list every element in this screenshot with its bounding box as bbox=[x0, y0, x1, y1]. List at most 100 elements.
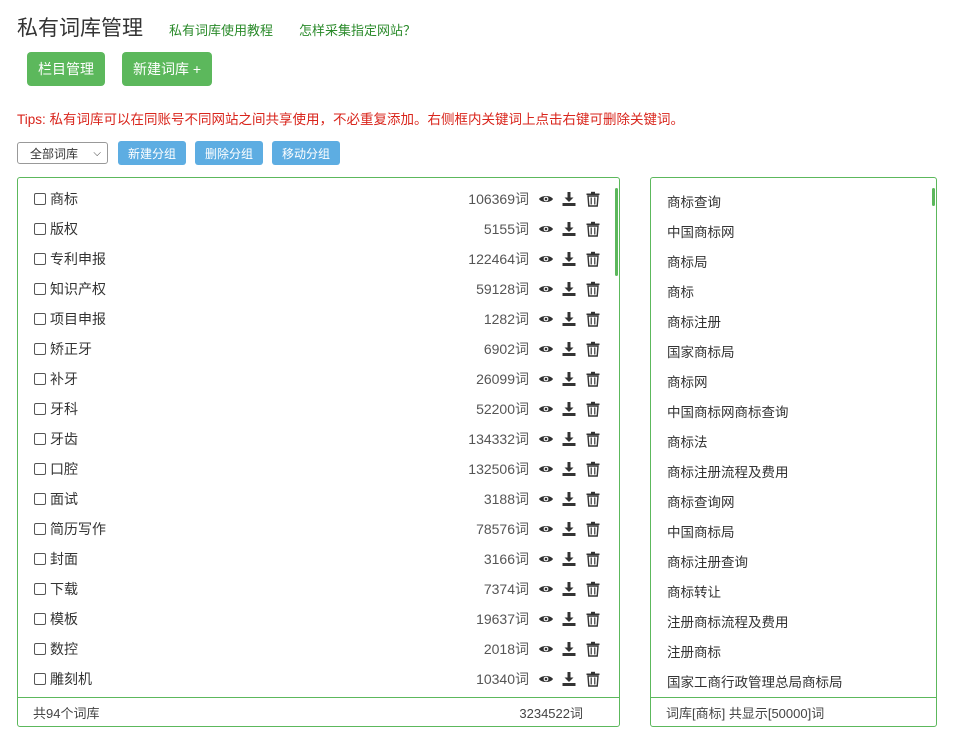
eye-icon[interactable] bbox=[538, 521, 554, 537]
keyword-item[interactable]: 中国商标局 bbox=[667, 518, 735, 548]
eye-icon[interactable] bbox=[538, 311, 554, 327]
download-icon[interactable] bbox=[561, 221, 577, 237]
keyword-item[interactable]: 中国商标网 bbox=[667, 218, 735, 248]
keyword-item[interactable]: 商标局 bbox=[667, 248, 708, 278]
library-list-scrollbar[interactable] bbox=[615, 188, 618, 276]
trash-icon[interactable] bbox=[585, 401, 601, 417]
delete-group-button[interactable]: 删除分组 bbox=[195, 141, 264, 165]
library-row[interactable]: 矫正牙 6902词 bbox=[18, 334, 619, 364]
keyword-item[interactable]: 国家商标局 bbox=[667, 338, 735, 368]
new-library-button[interactable]: 新建词库 + bbox=[122, 52, 213, 86]
keyword-item[interactable]: 注册商标 bbox=[667, 638, 721, 668]
library-checkbox[interactable] bbox=[34, 193, 46, 205]
new-group-button[interactable]: 新建分组 bbox=[118, 141, 187, 165]
library-row[interactable]: 口腔 132506词 bbox=[18, 454, 619, 484]
library-row[interactable]: 牙科 52200词 bbox=[18, 394, 619, 424]
library-row[interactable]: 专利申报 122464词 bbox=[18, 244, 619, 274]
library-row[interactable]: 封面 3166词 bbox=[18, 544, 619, 574]
tutorial-link[interactable]: 私有词库使用教程 bbox=[169, 20, 273, 39]
keyword-list[interactable]: 商标查询 中国商标网 商标局 商标 商标注册 国家商标局 商标网 中国商标网商标查询 商标法 商标… bbox=[651, 178, 936, 698]
library-row[interactable]: 知识产权 59128词 bbox=[18, 274, 619, 304]
library-checkbox[interactable] bbox=[34, 373, 46, 385]
trash-icon[interactable] bbox=[585, 581, 601, 597]
trash-icon[interactable] bbox=[585, 251, 601, 267]
trash-icon[interactable] bbox=[585, 461, 601, 477]
library-list[interactable]: 商标 106369词 版权 5155词 专利申报 122464词 知识产权 59128词 项目申… bbox=[18, 178, 619, 698]
library-checkbox[interactable] bbox=[34, 223, 46, 235]
library-row[interactable]: 商标 106369词 bbox=[18, 184, 619, 214]
library-checkbox[interactable] bbox=[34, 673, 46, 685]
keyword-item[interactable]: 国家工商行政管理总局商标局 bbox=[667, 668, 843, 698]
move-group-button[interactable]: 移动分组 bbox=[272, 141, 341, 165]
download-icon[interactable] bbox=[561, 371, 577, 387]
trash-icon[interactable] bbox=[585, 341, 601, 357]
keyword-item[interactable]: 商标法 bbox=[667, 428, 708, 458]
download-icon[interactable] bbox=[561, 491, 577, 507]
library-row[interactable]: 项目申报 1282词 bbox=[18, 304, 619, 334]
eye-icon[interactable] bbox=[538, 401, 554, 417]
eye-icon[interactable] bbox=[538, 611, 554, 627]
download-icon[interactable] bbox=[561, 611, 577, 627]
trash-icon[interactable] bbox=[585, 611, 601, 627]
library-row[interactable]: 补牙 26099词 bbox=[18, 364, 619, 394]
library-checkbox[interactable] bbox=[34, 553, 46, 565]
keyword-item[interactable]: 商标查询 bbox=[667, 188, 721, 218]
download-icon[interactable] bbox=[561, 581, 577, 597]
download-icon[interactable] bbox=[561, 641, 577, 657]
eye-icon[interactable] bbox=[538, 581, 554, 597]
eye-icon[interactable] bbox=[538, 671, 554, 687]
library-row[interactable]: 模板 19637词 bbox=[18, 604, 619, 634]
keyword-item[interactable]: 注册商标流程及费用 bbox=[667, 608, 789, 638]
download-icon[interactable] bbox=[561, 341, 577, 357]
trash-icon[interactable] bbox=[585, 551, 601, 567]
trash-icon[interactable] bbox=[585, 371, 601, 387]
trash-icon[interactable] bbox=[585, 641, 601, 657]
download-icon[interactable] bbox=[561, 521, 577, 537]
download-icon[interactable] bbox=[561, 281, 577, 297]
eye-icon[interactable] bbox=[538, 251, 554, 267]
library-checkbox[interactable] bbox=[34, 493, 46, 505]
library-checkbox[interactable] bbox=[34, 433, 46, 445]
library-row[interactable]: 数控 2018词 bbox=[18, 634, 619, 664]
keyword-item[interactable]: 商标查询网 bbox=[667, 488, 735, 518]
library-checkbox[interactable] bbox=[34, 343, 46, 355]
trash-icon[interactable] bbox=[585, 521, 601, 537]
download-icon[interactable] bbox=[561, 461, 577, 477]
download-icon[interactable] bbox=[561, 401, 577, 417]
library-row[interactable]: 简历写作 78576词 bbox=[18, 514, 619, 544]
download-icon[interactable] bbox=[561, 551, 577, 567]
keyword-item[interactable]: 商标 bbox=[667, 278, 694, 308]
eye-icon[interactable] bbox=[538, 491, 554, 507]
trash-icon[interactable] bbox=[585, 491, 601, 507]
download-icon[interactable] bbox=[561, 431, 577, 447]
trash-icon[interactable] bbox=[585, 311, 601, 327]
trash-icon[interactable] bbox=[585, 431, 601, 447]
library-checkbox[interactable] bbox=[34, 253, 46, 265]
eye-icon[interactable] bbox=[538, 431, 554, 447]
library-checkbox[interactable] bbox=[34, 463, 46, 475]
collect-site-link[interactable]: 怎样采集指定网站？ bbox=[299, 20, 416, 39]
library-row[interactable]: 雕刻机 10340词 bbox=[18, 664, 619, 694]
eye-icon[interactable] bbox=[538, 461, 554, 477]
library-checkbox[interactable] bbox=[34, 643, 46, 655]
library-checkbox[interactable] bbox=[34, 283, 46, 295]
library-row[interactable]: 下载 7374词 bbox=[18, 574, 619, 604]
keyword-list-scrollbar[interactable] bbox=[932, 188, 935, 206]
download-icon[interactable] bbox=[561, 671, 577, 687]
library-row[interactable]: 面试 3188词 bbox=[18, 484, 619, 514]
library-checkbox[interactable] bbox=[34, 613, 46, 625]
library-checkbox[interactable] bbox=[34, 523, 46, 535]
keyword-item[interactable]: 商标注册查询 bbox=[667, 548, 748, 578]
download-icon[interactable] bbox=[561, 191, 577, 207]
download-icon[interactable] bbox=[561, 311, 577, 327]
eye-icon[interactable] bbox=[538, 281, 554, 297]
eye-icon[interactable] bbox=[538, 191, 554, 207]
library-row[interactable]: 版权 5155词 bbox=[18, 214, 619, 244]
column-manage-button[interactable]: 栏目管理 bbox=[27, 52, 105, 86]
library-row[interactable]: 牙齿 134332词 bbox=[18, 424, 619, 454]
eye-icon[interactable] bbox=[538, 641, 554, 657]
trash-icon[interactable] bbox=[585, 191, 601, 207]
trash-icon[interactable] bbox=[585, 671, 601, 687]
keyword-item[interactable]: 商标网 bbox=[667, 368, 708, 398]
keyword-item[interactable]: 商标注册 bbox=[667, 308, 721, 338]
